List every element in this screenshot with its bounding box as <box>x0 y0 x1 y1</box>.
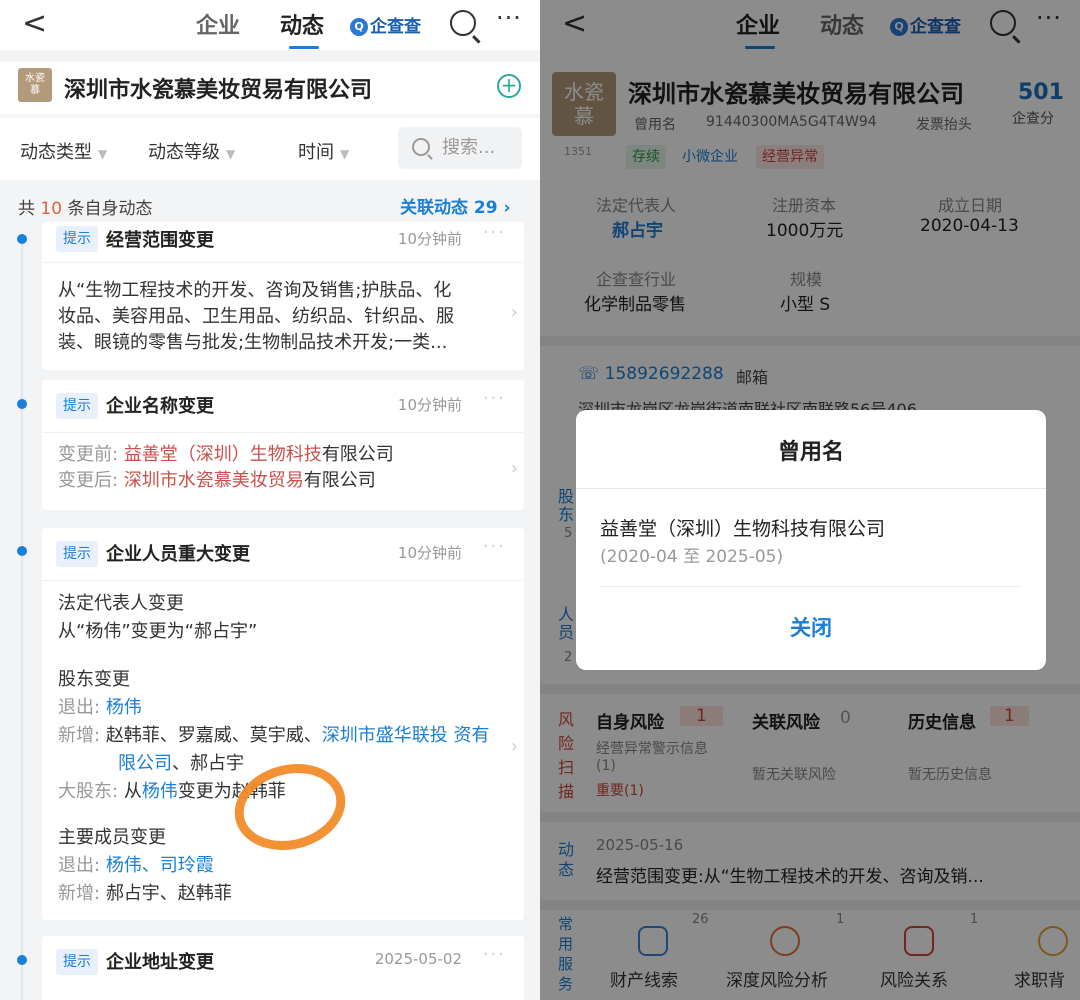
hint-tag: 提示 <box>56 393 98 419</box>
card-title: 企业人员重大变更 <box>106 544 250 565</box>
dynamic-card-name-change[interactable]: 提示 企业名称变更 10分钟前 ··· 变更前: 益善堂（深圳）生物科技有限公司… <box>42 380 524 510</box>
shareholder-exit: 退出: 杨伟 <box>58 697 142 718</box>
company-name[interactable]: 深圳市水瓷慕美妆贸易有限公司 <box>64 72 372 104</box>
dynamic-card-address-change[interactable]: 提示 企业地址变更 2025-05-02 ··· <box>42 936 524 1000</box>
company-header: 水瓷慕 深圳市水瓷慕美妆贸易有限公司 + <box>0 62 540 114</box>
timeline-dot <box>17 546 27 556</box>
hint-tag: 提示 <box>56 541 98 567</box>
former-name: 益善堂（深圳）生物科技有限公司 <box>600 518 886 540</box>
legal-rep-change: 从“杨伟”变更为“郝占宇” <box>58 621 258 642</box>
timeline-dot <box>17 399 27 409</box>
dialog-divider <box>576 488 1046 489</box>
caret-down-icon: ▼ <box>226 147 236 161</box>
former-name-dialog: 曾用名 益善堂（深圳）生物科技有限公司 (2020-04 至 2025-05) … <box>576 410 1046 670</box>
chevron-right-icon: › <box>510 302 518 323</box>
tab-dynamics[interactable]: 动态 <box>280 8 324 40</box>
search-input[interactable]: 搜索... <box>398 127 522 169</box>
dialog-title: 曾用名 <box>777 440 844 465</box>
card-body: 法定代表人变更 从“杨伟”变更为“郝占宇” 股东变更 退出: 杨伟 新增: 赵韩… <box>58 590 498 908</box>
follow-plus-icon[interactable]: + <box>497 74 521 98</box>
company-detail-screen: < 企业 动态 Q 企查查 ··· 水瓷慕 深圳市水瓷慕美妆贸易有限公司 501 … <box>540 0 1080 1000</box>
timeline-line <box>21 236 23 1000</box>
filter-time[interactable]: 时间 ▼ <box>298 138 349 164</box>
self-dynamic-count: 共 10 条自身动态 <box>18 199 153 219</box>
card-title: 企业地址变更 <box>106 952 214 973</box>
member-add: 新增: 郝占宇、赵韩菲 <box>58 883 232 904</box>
card-time: 2025-05-02 <box>374 950 462 968</box>
card-body: 从“生物工程技术的开发、咨询及销售;护肤品、化 妆品、美容用品、卫生用品、纺织品… <box>58 278 498 356</box>
body-line: 从“生物工程技术的开发、咨询及销售;护肤品、化 <box>58 280 452 301</box>
timeline-dot <box>17 955 27 965</box>
chevron-right-icon: › <box>510 458 518 479</box>
more-icon[interactable]: ··· <box>496 4 522 32</box>
qcc-logo-icon: Q <box>350 18 368 36</box>
card-header: 提示 经营范围变更 10分钟前 ··· <box>42 222 524 260</box>
card-time: 10分钟前 <box>397 544 462 562</box>
card-more-icon[interactable]: ··· <box>483 536 506 557</box>
card-title: 企业名称变更 <box>106 396 214 417</box>
name-before: 变更前: 益善堂（深圳）生物科技有限公司 <box>58 444 394 465</box>
tab-company[interactable]: 企业 <box>196 8 240 40</box>
filter-bar: 动态类型 ▼ 动态等级 ▼ 时间 ▼ 搜索... <box>0 118 540 180</box>
card-more-icon[interactable]: ··· <box>483 944 506 965</box>
caret-down-icon: ▼ <box>98 147 108 161</box>
back-icon[interactable]: < <box>22 6 47 41</box>
related-dynamics-link[interactable]: 关联动态 29 › <box>400 193 511 218</box>
dialog-divider <box>600 586 1022 587</box>
caret-down-icon: ▼ <box>340 147 350 161</box>
former-name-period: (2020-04 至 2025-05) <box>600 547 784 567</box>
card-body: 变更前: 益善堂（深圳）生物科技有限公司 变更后: 深圳市水瓷慕美妆贸易有限公司 <box>58 442 498 494</box>
hint-tag: 提示 <box>56 226 98 252</box>
dynamic-card-scope-change[interactable]: 提示 经营范围变更 10分钟前 ··· 从“生物工程技术的开发、咨询及销售;护肤… <box>42 222 524 370</box>
top-nav-bar: < 企业 动态 Q 企查查 ··· <box>0 0 540 50</box>
search-icon[interactable] <box>450 10 476 36</box>
hint-tag: 提示 <box>56 949 98 975</box>
card-header: 提示 企业人员重大变更 10分钟前 ··· <box>42 528 524 582</box>
card-more-icon[interactable]: ··· <box>483 388 506 409</box>
timeline-dot <box>17 234 27 244</box>
card-header: 提示 企业地址变更 2025-05-02 ··· <box>42 936 524 990</box>
card-time: 10分钟前 <box>397 396 462 414</box>
dynamics-screen: < 企业 动态 Q 企查查 ··· 水瓷慕 深圳市水瓷慕美妆贸易有限公司 + 动态… <box>0 0 540 1000</box>
company-logo: 水瓷慕 <box>18 68 52 102</box>
card-header: 提示 企业名称变更 10分钟前 ··· <box>42 380 524 434</box>
card-title: 经营范围变更 <box>106 230 214 251</box>
member-exit: 退出: 杨伟、司玲霞 <box>58 855 214 876</box>
close-button[interactable]: 关闭 <box>576 612 1046 642</box>
active-tab-indicator <box>289 46 319 49</box>
body-line: 妆品、美容用品、卫生用品、纺织品、针织品、服 <box>58 306 454 327</box>
filter-dynamic-type[interactable]: 动态类型 ▼ <box>20 138 107 164</box>
dynamic-card-personnel-change[interactable]: 提示 企业人员重大变更 10分钟前 ··· 法定代表人变更 从“杨伟”变更为“郝… <box>42 528 524 920</box>
card-time: 10分钟前 <box>397 230 462 248</box>
legal-rep-title: 法定代表人变更 <box>58 593 184 614</box>
brand-logo: Q 企查查 <box>350 12 421 37</box>
card-more-icon[interactable]: ··· <box>483 222 506 243</box>
filter-dynamic-level[interactable]: 动态等级 ▼ <box>148 138 235 164</box>
dynamic-count-bar: 共 10 条自身动态 关联动态 29 › <box>0 185 540 223</box>
body-line: 装、眼镜的零售与批发;生物制品技术开发;一类... <box>58 332 448 353</box>
search-icon <box>412 138 430 156</box>
shareholder-title: 股东变更 <box>58 669 130 690</box>
chevron-right-icon: › <box>510 736 518 757</box>
name-after: 变更后: 深圳市水瓷慕美妆贸易有限公司 <box>58 470 376 491</box>
brand-text: 企查查 <box>370 17 421 37</box>
